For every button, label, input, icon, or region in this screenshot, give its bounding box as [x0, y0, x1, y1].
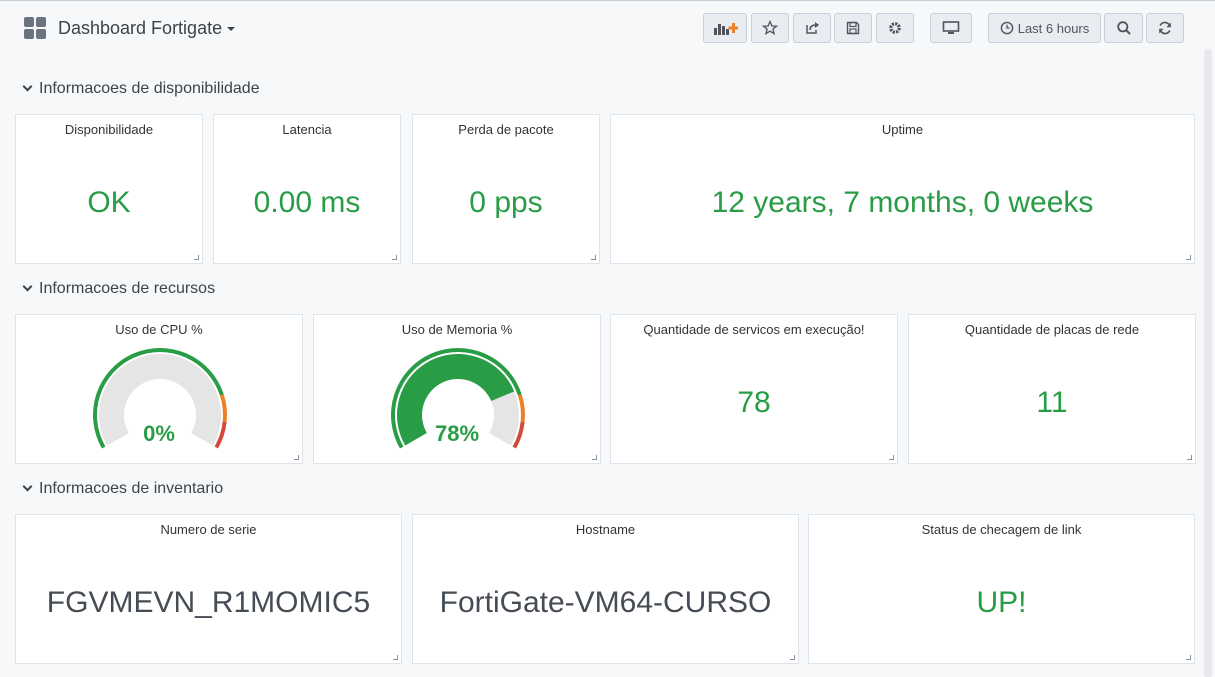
gear-icon [889, 22, 901, 34]
save-button[interactable] [834, 13, 872, 43]
panel-title[interactable]: Quantidade de placas de rede [909, 322, 1195, 338]
star-button[interactable] [751, 13, 789, 43]
panel-cpu[interactable]: Uso de CPU % 0% [15, 314, 303, 464]
stat-value: 0.00 ms [253, 186, 361, 219]
panel-title[interactable]: Numero de serie [16, 522, 401, 538]
share-button[interactable] [793, 13, 831, 43]
add-panel-button[interactable] [703, 13, 747, 43]
add-panel-icon [714, 23, 738, 35]
resize-handle-icon[interactable] [790, 655, 795, 660]
resize-handle-icon[interactable] [591, 255, 596, 260]
panel-hostname[interactable]: Hostname FortiGate-VM64-CURSO [412, 514, 799, 664]
clock-icon [1000, 21, 1014, 35]
stat-value: 0 pps [469, 186, 543, 219]
chevron-down-icon [22, 481, 33, 492]
panel-title[interactable]: Disponibilidade [16, 122, 202, 138]
time-range-picker[interactable]: Last 6 hours [988, 13, 1101, 43]
panel-memoria[interactable]: Uso de Memoria % 78% [313, 314, 601, 464]
top-navbar: Dashboard Fortigate Last 6 hours [0, 1, 1215, 57]
panel-disponibilidade[interactable]: Disponibilidade OK [15, 114, 203, 264]
chevron-down-icon[interactable] [227, 27, 235, 31]
resize-handle-icon[interactable] [393, 655, 398, 660]
gauge-value: 78% [434, 421, 480, 446]
dashboard-title[interactable]: Dashboard Fortigate [58, 17, 222, 39]
stat-value: FortiGate-VM64-CURSO [439, 586, 772, 619]
row-inventario[interactable]: Informacoes de inventario [22, 479, 223, 499]
resize-handle-icon[interactable] [392, 255, 397, 260]
panel-servicos[interactable]: Quantidade de servicos em execução! 78 [610, 314, 898, 464]
panel-latencia[interactable]: Latencia 0.00 ms [213, 114, 401, 264]
refresh-button[interactable] [1146, 13, 1184, 43]
stat-value: 12 years, 7 months, 0 weeks [711, 186, 1094, 219]
search-icon [1116, 21, 1131, 35]
resize-handle-icon[interactable] [1187, 455, 1192, 460]
gauge-threshold-warn [517, 394, 525, 423]
resize-handle-icon[interactable] [592, 455, 597, 460]
panel-numero-de-serie[interactable]: Numero de serie FGVMEVN_R1MOMIC5 [15, 514, 402, 664]
row-recursos[interactable]: Informacoes de recursos [22, 279, 215, 299]
stat-value: FGVMEVN_R1MOMIC5 [46, 586, 371, 619]
stat-value: OK [87, 186, 131, 219]
row-title: Informacoes de recursos [39, 280, 216, 297]
settings-button[interactable] [876, 13, 914, 43]
panel-title[interactable]: Latencia [214, 122, 400, 138]
chevron-down-icon [22, 81, 33, 92]
stat-value: UP! [976, 586, 1027, 619]
zoom-out-button[interactable] [1104, 13, 1143, 43]
scrollbar[interactable] [1204, 49, 1212, 677]
panel-uptime[interactable]: Uptime 12 years, 7 months, 0 weeks [610, 114, 1195, 264]
chevron-down-icon [22, 281, 33, 292]
panel-title[interactable]: Hostname [413, 522, 798, 538]
share-icon [806, 22, 819, 34]
resize-handle-icon[interactable] [1186, 255, 1191, 260]
monitor-icon [942, 21, 960, 34]
panel-title[interactable]: Perda de pacote [413, 122, 599, 138]
time-range-label: Last 6 hours [1017, 20, 1090, 36]
panel-placas-de-rede[interactable]: Quantidade de placas de rede 11 [908, 314, 1196, 464]
panel-title[interactable]: Status de checagem de link [809, 522, 1194, 538]
panel-title[interactable]: Uptime [611, 122, 1194, 138]
stat-value: 78 [737, 386, 771, 419]
row-title: Informacoes de disponibilidade [39, 80, 260, 97]
star-icon [762, 20, 778, 36]
refresh-icon [1159, 21, 1171, 35]
gauge-value: 0% [143, 421, 175, 446]
dashboard-grid-icon[interactable] [24, 17, 46, 39]
resize-handle-icon[interactable] [889, 455, 894, 460]
gauge-threshold-warn [219, 394, 227, 423]
tv-mode-button[interactable] [930, 13, 972, 43]
panel-status-link[interactable]: Status de checagem de link UP! [808, 514, 1195, 664]
stat-value: 11 [1036, 386, 1068, 419]
panel-perda-de-pacote[interactable]: Perda de pacote 0 pps [412, 114, 600, 264]
resize-handle-icon[interactable] [1186, 655, 1191, 660]
row-title: Informacoes de inventario [39, 480, 224, 497]
resize-handle-icon[interactable] [294, 455, 299, 460]
resize-handle-icon[interactable] [194, 255, 199, 260]
row-disponibilidade[interactable]: Informacoes de disponibilidade [22, 79, 260, 99]
panel-title[interactable]: Quantidade de servicos em execução! [611, 322, 897, 338]
save-icon [846, 21, 860, 35]
